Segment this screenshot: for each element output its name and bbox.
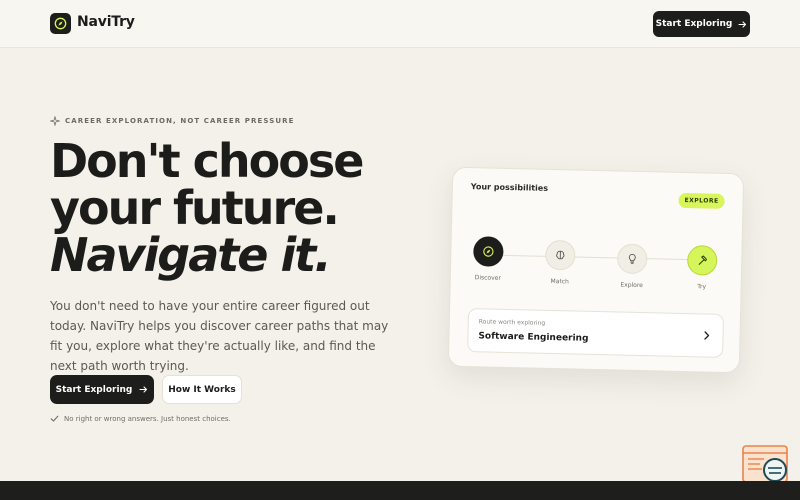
sparkle-icon <box>50 116 60 126</box>
step-explore[interactable]: Explore <box>607 243 658 289</box>
step-label: Discover <box>474 274 501 282</box>
step-label: Match <box>550 277 569 286</box>
note-text: No right or wrong answers. Just honest c… <box>64 414 231 423</box>
reassurance-note: No right or wrong answers. Just honest c… <box>50 414 231 423</box>
hero-headline: Don't choose your future. Navigate it. <box>50 134 364 282</box>
start-exploring-button[interactable]: Start Exploring <box>50 375 154 404</box>
how-it-works-button[interactable]: How It Works <box>162 375 242 404</box>
possibilities-card: Your possibilities EXPLORE Discover Matc… <box>447 166 745 374</box>
eyebrow-text: CAREER EXPLORATION, NOT CAREER PRESSURE <box>65 117 295 125</box>
step-match[interactable]: Match <box>535 239 586 286</box>
arrow-right-icon <box>738 20 747 28</box>
check-icon <box>50 415 59 422</box>
step-label: Try <box>697 283 707 291</box>
top-nav: NaviTry Start Exploring <box>0 0 800 48</box>
hammer-icon <box>686 245 718 276</box>
arrow-right-icon <box>139 386 148 393</box>
header-start-exploring-button[interactable]: Start Exploring <box>653 11 750 37</box>
brain-icon <box>544 239 576 271</box>
footer-band <box>0 481 800 500</box>
step-discover[interactable]: Discover <box>463 236 514 282</box>
route-worth-exploring[interactable]: Route worth exploring Software Engineeri… <box>467 308 725 358</box>
headline-line-1: Don't choose <box>50 134 364 188</box>
help-widget-icon[interactable] <box>742 444 790 486</box>
progress-track <box>487 254 703 261</box>
brand-name[interactable]: NaviTry <box>77 14 135 30</box>
chevron-right-icon <box>704 331 710 340</box>
explore-badge: EXPLORE <box>678 192 725 209</box>
route-kicker: Route worth exploring <box>478 318 546 327</box>
headline-line-2: your future. <box>50 181 340 235</box>
header-cta-label: Start Exploring <box>655 19 733 29</box>
card-title: Your possibilities <box>470 182 549 193</box>
step-label: Explore <box>620 281 643 290</box>
start-exploring-label: Start Exploring <box>55 384 133 395</box>
how-it-works-label: How It Works <box>168 384 236 395</box>
hero-intro: You don't need to have your entire caree… <box>50 299 389 373</box>
hero-eyebrow: CAREER EXPLORATION, NOT CAREER PRESSURE <box>50 116 295 126</box>
lightbulb-icon <box>616 243 648 275</box>
headline-line-3: Navigate it. <box>50 228 332 282</box>
route-value: Software Engineering <box>478 331 589 344</box>
step-try[interactable]: Try <box>677 245 728 291</box>
compass-logo-icon[interactable] <box>50 13 71 34</box>
compass-icon <box>473 236 504 267</box>
